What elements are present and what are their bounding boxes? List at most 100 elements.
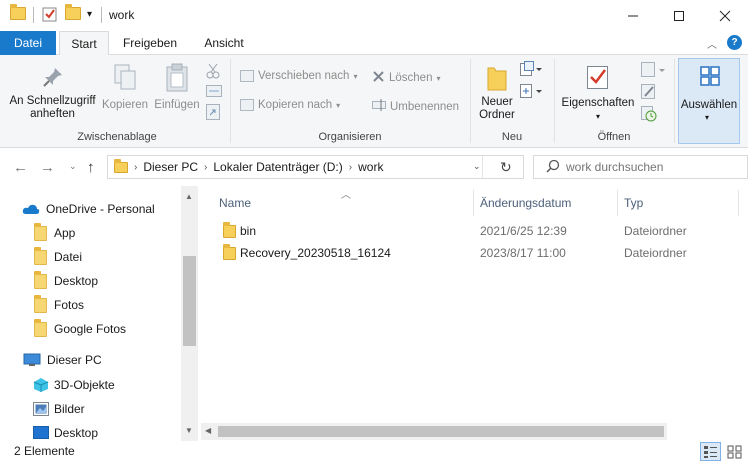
divider xyxy=(473,190,474,216)
history-icon[interactable] xyxy=(641,106,657,125)
easy-access-icon[interactable] xyxy=(520,83,542,102)
tab-view[interactable]: Ansicht xyxy=(195,31,253,55)
nav-item-3d-objects[interactable]: 3D-Objekte xyxy=(33,373,115,397)
details-view-icon xyxy=(704,446,717,458)
copy-label: Kopieren xyxy=(101,99,149,111)
up-arrow-icon[interactable]: ↑ xyxy=(87,159,95,176)
paste-button[interactable]: Einfügen xyxy=(152,63,202,112)
scroll-left-icon[interactable]: ◀ xyxy=(205,426,211,435)
minimize-button[interactable] xyxy=(610,0,656,31)
cut-icon[interactable] xyxy=(206,63,220,82)
nav-item-datei[interactable]: Datei xyxy=(34,245,82,269)
file-date: 2023/8/17 11:00 xyxy=(480,246,566,260)
divider xyxy=(617,190,618,216)
horizontal-scrollbar-thumb[interactable] xyxy=(218,426,664,437)
properties-button[interactable]: Eigenschaften ▾ xyxy=(559,63,637,123)
tab-file[interactable]: Datei xyxy=(0,31,56,55)
nav-label: App xyxy=(54,226,76,240)
tab-share[interactable]: Freigeben xyxy=(115,31,185,55)
file-list: ︿ Name Änderungsdatum Typ bin 2021/6/25 … xyxy=(201,186,748,441)
divider xyxy=(470,59,471,143)
folder-icon xyxy=(34,294,47,313)
chevron-right-icon: › xyxy=(134,161,138,173)
nav-scrollbar-thumb[interactable] xyxy=(183,256,196,346)
file-type: Dateiordner xyxy=(624,224,687,238)
scroll-down-icon[interactable]: ▼ xyxy=(185,426,193,435)
details-view-button[interactable] xyxy=(700,442,721,461)
nav-label: Bilder xyxy=(54,402,85,416)
nav-item-desktop-onedrive[interactable]: Desktop xyxy=(34,269,98,293)
recent-locations-icon[interactable]: ⌄ xyxy=(69,161,77,172)
open-icon[interactable] xyxy=(641,62,665,81)
divider xyxy=(738,190,739,216)
search-box[interactable] xyxy=(533,155,748,179)
breadcrumb-this-pc[interactable]: Dieser PC xyxy=(143,160,198,174)
rename-label: Umbenennen xyxy=(390,100,460,113)
folder-icon xyxy=(34,246,47,265)
move-to-label: Verschieben nach xyxy=(258,70,350,82)
scroll-up-icon[interactable]: ▲ xyxy=(185,192,193,201)
cube-icon xyxy=(33,378,49,392)
pin-label-line2: anheften xyxy=(30,108,75,120)
divider xyxy=(554,59,555,143)
tab-start[interactable]: Start xyxy=(59,31,109,56)
close-icon xyxy=(719,10,731,21)
rename-button[interactable]: Umbenennen xyxy=(372,99,459,114)
large-icons-view-button[interactable] xyxy=(725,443,744,460)
nav-item-onedrive[interactable]: OneDrive - Personal xyxy=(22,197,155,221)
maximize-button[interactable] xyxy=(656,0,702,31)
help-icon[interactable]: ? xyxy=(727,35,742,50)
collapse-ribbon-icon[interactable]: ︿ xyxy=(707,36,717,51)
column-header-date[interactable]: Änderungsdatum xyxy=(480,196,571,210)
close-button[interactable] xyxy=(702,0,748,31)
customize-quick-access-icon[interactable]: ▾ xyxy=(87,9,92,20)
paste-shortcut-icon[interactable] xyxy=(206,104,220,123)
navigation-pane: OneDrive - Personal App Datei Desktop Fo… xyxy=(0,186,198,441)
properties-quick-access-icon[interactable] xyxy=(42,6,58,25)
column-header-type[interactable]: Typ xyxy=(624,196,643,210)
copy-button[interactable]: Kopieren xyxy=(100,63,150,112)
folder-icon xyxy=(34,222,47,241)
search-input[interactable] xyxy=(566,160,736,174)
new-item-icon[interactable] xyxy=(520,61,542,80)
delete-button[interactable]: Löschen ▾ xyxy=(372,70,441,86)
pictures-icon xyxy=(33,402,49,416)
move-to-button[interactable]: Verschieben nach ▾ xyxy=(240,70,357,82)
copy-to-button[interactable]: Kopieren nach ▾ xyxy=(240,99,340,111)
breadcrumb-work[interactable]: work xyxy=(358,160,383,174)
column-header-name[interactable]: Name xyxy=(219,196,251,210)
title-bar: ▾ work xyxy=(0,0,748,31)
nav-item-app[interactable]: App xyxy=(34,221,75,245)
file-date: 2021/6/25 12:39 xyxy=(480,224,567,238)
back-arrow-icon[interactable]: ← xyxy=(13,159,28,176)
nav-label: Dieser PC xyxy=(47,353,102,367)
divider xyxy=(101,7,102,23)
address-dropdown-icon[interactable]: ⌄ xyxy=(473,161,481,172)
nav-label: Google Fotos xyxy=(54,322,127,336)
search-icon xyxy=(546,159,560,176)
nav-item-this-pc[interactable]: Dieser PC xyxy=(23,348,102,372)
copy-path-icon[interactable] xyxy=(206,85,222,100)
folder-icon xyxy=(34,270,47,289)
forward-arrow-icon[interactable]: → xyxy=(40,159,55,176)
table-row[interactable]: Recovery_20230518_16124 2023/8/17 11:00 … xyxy=(201,242,748,264)
select-button[interactable]: Auswählen ▾ xyxy=(678,58,740,144)
select-label: Auswählen xyxy=(680,99,738,111)
divider xyxy=(674,59,675,143)
table-row[interactable]: bin 2021/6/25 12:39 Dateiordner xyxy=(201,220,748,242)
desktop-icon xyxy=(33,426,49,439)
new-folder-button[interactable]: Neuer Ordner xyxy=(476,64,518,122)
move-to-icon xyxy=(240,70,254,82)
refresh-icon[interactable]: ↻ xyxy=(500,159,512,176)
breadcrumb-drive[interactable]: Lokaler Datenträger (D:) xyxy=(213,160,342,174)
edit-icon[interactable] xyxy=(641,84,657,103)
nav-item-pictures[interactable]: Bilder xyxy=(33,397,85,421)
nav-item-fotos[interactable]: Fotos xyxy=(34,293,84,317)
dropdown-arrow-icon: ▾ xyxy=(353,71,358,81)
chevron-right-icon: › xyxy=(348,161,353,173)
nav-item-google-fotos[interactable]: Google Fotos xyxy=(34,317,126,341)
ribbon-tabs: Datei Start Freigeben Ansicht ︿ ? xyxy=(0,31,748,56)
address-bar[interactable]: › Dieser PC › Lokaler Datenträger (D:) ›… xyxy=(107,155,524,179)
new-folder-quick-access-icon[interactable] xyxy=(65,4,81,20)
pin-quick-access-button[interactable]: An Schnellzugriff anheften xyxy=(6,65,99,121)
